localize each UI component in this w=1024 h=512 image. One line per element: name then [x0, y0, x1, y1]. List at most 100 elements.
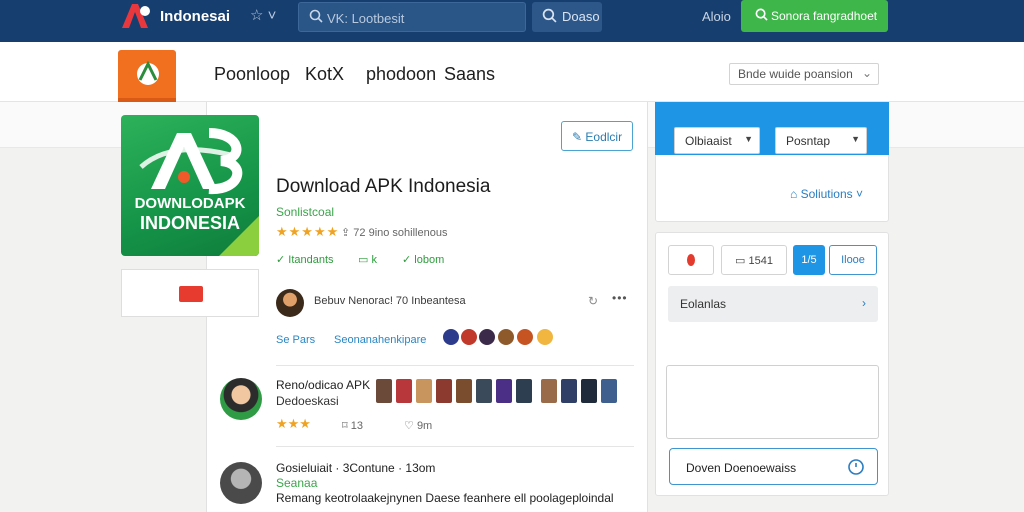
screenshot-thumbnail[interactable] — [396, 379, 412, 403]
screenshot-thumbnail[interactable] — [416, 379, 432, 403]
more-button[interactable]: Ilooe — [829, 245, 877, 275]
app-developer[interactable]: Sonlistcoal — [276, 205, 334, 219]
leaf-icon: ✓ — [402, 254, 412, 266]
tag-3[interactable]: ✓ lobom — [402, 253, 444, 266]
comment-textarea[interactable] — [666, 365, 879, 439]
sort-dropdown-label: Bnde wuide poansion — [738, 67, 853, 81]
solutions-dropdown[interactable]: ⌂ Soliutions ˅ — [790, 187, 863, 201]
search-icon — [309, 9, 323, 23]
record-icon — [687, 254, 695, 266]
comment-button-label: 1541 — [748, 255, 773, 267]
nav-item-4[interactable]: Saans — [444, 64, 495, 85]
reviewer-avatar[interactable] — [220, 462, 262, 504]
about-link[interactable]: Aloio — [702, 9, 731, 24]
review-stars: ★★★ — [276, 416, 311, 431]
tag-1[interactable]: ✓ Itandants — [276, 253, 334, 266]
screenshot-thumbnail[interactable] — [581, 379, 597, 403]
review-subtitle: Dedoeskasi — [276, 394, 339, 408]
screenshot-thumbnail[interactable] — [496, 379, 512, 403]
tag-1-label: Itandants — [288, 254, 334, 266]
search-bar[interactable] — [298, 2, 526, 32]
tag-2-label: k — [371, 254, 377, 266]
reaction-avatar[interactable] — [515, 327, 535, 347]
caret-down-icon: ▼ — [851, 134, 860, 144]
chevron-right-icon: › — [862, 296, 866, 310]
search-icon — [755, 8, 768, 21]
reviewer-avatar[interactable] — [220, 378, 262, 420]
owner-avatar[interactable] — [276, 289, 304, 317]
screenshot-thumbnail[interactable] — [476, 379, 492, 403]
nav-item-2[interactable]: KotX — [305, 64, 344, 85]
app-icon: DOWNLODAPK INDONESIA — [121, 115, 259, 256]
solutions-label: Soliutions — [800, 187, 853, 201]
review-subtitle: Seanaa — [276, 476, 318, 490]
filter-select-2-label: Posntap — [786, 134, 831, 148]
see-more-link[interactable]: Seonanahenkipare — [334, 334, 426, 346]
rating-count: 72 9ino sohillenous — [353, 227, 448, 239]
app-detail-card — [206, 102, 648, 512]
search-button-label: Doaso — [562, 9, 600, 24]
like-count-value: 9m — [416, 420, 433, 432]
comment-button[interactable]: ▭ 1541 — [721, 245, 787, 275]
pairs-link[interactable]: Se Pars — [276, 334, 315, 346]
app-icon-line2: INDONESIA — [139, 213, 240, 233]
apk-badge-icon — [139, 128, 243, 195]
screenshot-thumbnail[interactable] — [456, 379, 472, 403]
screenshot-thumbnail[interactable] — [601, 379, 617, 403]
reaction-avatar[interactable] — [535, 327, 555, 347]
download-cta-button[interactable]: Sonora fangradhoet — [741, 0, 888, 32]
logo-icon[interactable] — [118, 2, 154, 30]
tag-2[interactable]: ▭ k — [358, 253, 377, 266]
clock-icon — [848, 459, 864, 475]
page-button[interactable]: 1/5 — [793, 245, 825, 275]
chevron-down-icon: ˅ — [855, 187, 863, 201]
reply-icon: ⌑ — [342, 420, 348, 432]
share-icon: ⇪ — [341, 227, 351, 239]
brand-name[interactable]: Indonesai — [160, 8, 230, 25]
sort-dropdown[interactable]: Bnde wuide poansion ⌄ — [729, 63, 879, 85]
reaction-avatar[interactable] — [496, 327, 516, 347]
owner-description: Bebuv Nenorac! 70 Inbeantesa — [314, 295, 466, 307]
filter-select-2[interactable]: Posntap ▼ — [775, 127, 867, 154]
share-icon[interactable]: ↻ — [588, 294, 598, 308]
edit-button[interactable]: ✎ Eodlcir — [561, 121, 633, 151]
reaction-avatar[interactable] — [459, 327, 479, 347]
video-play-icon — [179, 286, 203, 302]
sub-header: Poonloop KotX phodoon Saans Bnde wuide p… — [0, 42, 1024, 102]
screenshot-thumbnail[interactable] — [561, 379, 577, 403]
like-count[interactable]: ♡ 9m — [404, 419, 432, 432]
nav-item-3[interactable]: phodoon — [366, 64, 436, 85]
screenshot-thumbnail[interactable] — [436, 379, 452, 403]
download-button[interactable]: Doven Doenoewaiss — [669, 448, 878, 485]
review-title: Gosieluiait · 3Contune · 13om — [276, 461, 436, 475]
download-button-label: Doven Doenoewaiss — [686, 461, 797, 475]
youtube-preview-card[interactable] — [121, 269, 259, 317]
screenshot-thumbnail[interactable] — [541, 379, 557, 403]
check-icon: ✓ — [276, 254, 286, 266]
favorites-menu[interactable]: ☆ ˅ — [250, 6, 276, 24]
details-label: Eolanlas — [680, 297, 727, 311]
search-icon — [542, 8, 557, 23]
filter-select-1[interactable]: Olbiaaist ▼ — [674, 127, 760, 154]
chevron-down-icon: ⌄ — [861, 66, 872, 80]
search-input[interactable] — [327, 9, 517, 27]
screenshot-thumbnail[interactable] — [376, 379, 392, 403]
rating-text: ⇪ 72 9ino sohillenous — [341, 226, 447, 239]
review-title: Reno/odicao APK — [276, 378, 371, 392]
reaction-avatar[interactable] — [477, 327, 497, 347]
more-options-icon[interactable]: ••• — [612, 291, 628, 305]
nav-item-1[interactable]: Poonloop — [214, 64, 290, 85]
reply-count-value: 13 — [350, 420, 363, 432]
folder-icon: ▭ — [358, 254, 369, 266]
heart-icon: ♡ — [404, 420, 414, 432]
record-button[interactable] — [668, 245, 714, 275]
site-logo[interactable] — [118, 50, 176, 102]
reply-count[interactable]: ⌑ 13 — [342, 419, 363, 432]
divider — [276, 365, 634, 366]
screenshot-thumbnail[interactable] — [516, 379, 532, 403]
app-title: Download APK Indonesia — [276, 176, 491, 197]
reaction-avatar[interactable] — [441, 327, 461, 347]
top-navbar: Indonesai ☆ ˅ Doaso Aloio Sonora fangrad… — [0, 0, 1024, 42]
search-button[interactable]: Doaso — [532, 2, 602, 32]
details-list-item[interactable]: Eolanlas › — [668, 286, 878, 322]
